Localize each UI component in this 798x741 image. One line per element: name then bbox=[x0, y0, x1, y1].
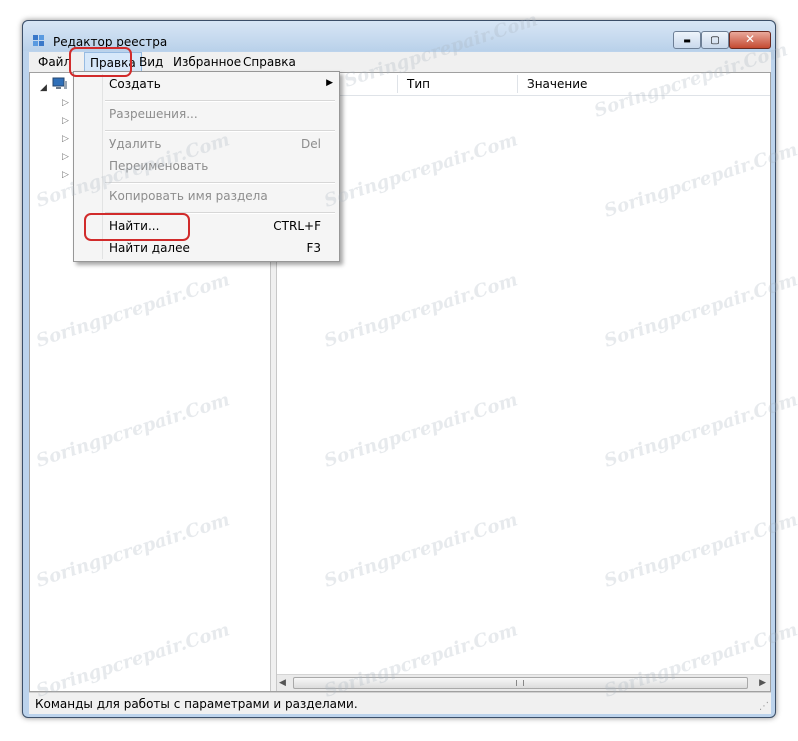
column-divider[interactable] bbox=[397, 75, 398, 93]
scroll-right-icon[interactable]: ▶ bbox=[759, 678, 766, 688]
tree-expander-icon[interactable]: ▷ bbox=[62, 134, 69, 144]
horizontal-scrollbar[interactable]: ◀ ▶ bbox=[277, 674, 770, 691]
menu-item-label: Удалить bbox=[109, 137, 162, 151]
grip-icon bbox=[516, 680, 524, 686]
maximize-icon: ▢ bbox=[710, 35, 720, 46]
tree-expander-icon[interactable]: ◢ bbox=[40, 83, 47, 93]
computer-icon bbox=[52, 77, 67, 89]
menu-separator bbox=[105, 182, 335, 184]
close-button[interactable]: ✕ bbox=[729, 31, 771, 49]
menu-item-delete[interactable]: Удалить Del bbox=[76, 134, 337, 156]
close-icon: ✕ bbox=[744, 32, 756, 46]
maximize-button[interactable]: ▢ bbox=[701, 31, 729, 49]
menu-help[interactable]: Справка bbox=[243, 55, 296, 69]
minimize-button[interactable]: ▬ bbox=[673, 31, 701, 49]
scrollbar-thumb[interactable] bbox=[293, 677, 748, 689]
menu-favorites[interactable]: Избранное bbox=[173, 55, 241, 69]
column-type[interactable]: Тип bbox=[407, 77, 430, 91]
menu-item-shortcut: CTRL+F bbox=[273, 219, 321, 233]
menu-separator bbox=[105, 130, 335, 132]
menu-file[interactable]: Файл bbox=[38, 55, 71, 69]
tree-expander-icon[interactable]: ▷ bbox=[62, 98, 69, 108]
title-bar[interactable]: Редактор реестра ▬ ▢ ✕ bbox=[23, 21, 775, 51]
menu-view[interactable]: Вид bbox=[139, 55, 163, 69]
menu-item-rename[interactable]: Переименовать bbox=[76, 156, 337, 178]
menu-item-label: Создать bbox=[109, 77, 161, 91]
submenu-arrow-icon: ▶ bbox=[326, 78, 333, 88]
menu-item-label: Найти далее bbox=[109, 241, 190, 255]
tree-expander-icon[interactable]: ▷ bbox=[62, 116, 69, 126]
menu-item-label: Разрешения... bbox=[109, 107, 198, 121]
menu-separator bbox=[105, 100, 335, 102]
scroll-left-icon[interactable]: ◀ bbox=[279, 678, 286, 688]
tree-expander-icon[interactable]: ▷ bbox=[62, 170, 69, 180]
size-grip-icon[interactable]: ⋰ bbox=[759, 701, 769, 712]
column-value[interactable]: Значение bbox=[527, 77, 587, 91]
menu-item-find-next[interactable]: Найти далее F3 bbox=[76, 238, 337, 260]
status-text: Команды для работы с параметрами и разде… bbox=[35, 697, 358, 711]
registry-app-icon bbox=[33, 35, 44, 46]
column-header: Тип Значение bbox=[277, 73, 770, 96]
menu-item-shortcut: Del bbox=[301, 137, 321, 151]
menu-item-create[interactable]: Создать ▶ bbox=[76, 74, 337, 96]
menu-item-label: Переименовать bbox=[109, 159, 209, 173]
menu-bar: Файл Правка Вид Избранное Справка bbox=[29, 52, 771, 72]
tree-expander-icon[interactable]: ▷ bbox=[62, 152, 69, 162]
column-divider[interactable] bbox=[517, 75, 518, 93]
menu-item-permissions[interactable]: Разрешения... bbox=[76, 104, 337, 126]
values-list[interactable]: Тип Значение ◀ ▶ bbox=[277, 73, 770, 691]
menu-item-shortcut: F3 bbox=[306, 241, 321, 255]
minimize-icon: ▬ bbox=[683, 36, 691, 45]
menu-item-label: Копировать имя раздела bbox=[109, 189, 268, 203]
menu-item-copy-key-name[interactable]: Копировать имя раздела bbox=[76, 186, 337, 208]
edit-menu-highlight bbox=[69, 47, 132, 77]
find-item-highlight bbox=[84, 213, 190, 241]
status-bar: Команды для работы с параметрами и разде… bbox=[29, 692, 771, 714]
